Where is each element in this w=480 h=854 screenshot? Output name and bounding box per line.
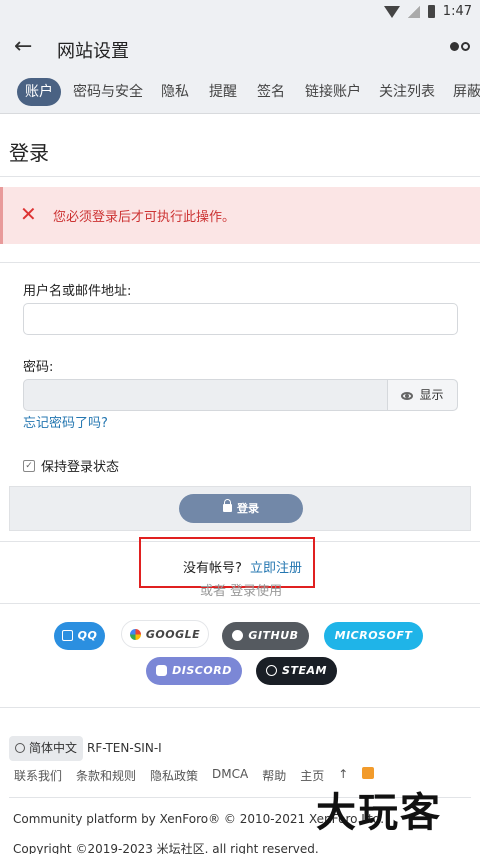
error-message: 您必须登录后才可执行此操作。: [53, 210, 236, 225]
username-label: 用户名或邮件地址:: [23, 284, 132, 299]
footer-link-help[interactable]: 帮助: [262, 767, 286, 784]
error-banner: ✕ 您必须登录后才可执行此操作。: [0, 187, 480, 244]
close-icon: ✕: [20, 202, 37, 226]
google-login-button[interactable]: GOOGLE: [121, 620, 209, 648]
tab-password-security[interactable]: 密码与安全: [73, 78, 143, 106]
github-label: GITHUB: [248, 629, 299, 642]
or-login-with-text: 或者 登录使用: [200, 584, 283, 599]
qq-icon: [61, 629, 73, 641]
tab-signature[interactable]: 签名: [257, 78, 285, 106]
rss-icon[interactable]: [362, 767, 375, 779]
divider: [0, 176, 480, 177]
password-input[interactable]: 显示: [23, 379, 458, 411]
eye-icon: [401, 391, 414, 400]
login-button[interactable]: 登录: [179, 494, 303, 523]
watermark-logo: 大玩客: [316, 789, 442, 836]
checkbox-icon[interactable]: ✓: [23, 459, 35, 472]
discord-icon: [156, 664, 168, 676]
no-account-text: 没有帐号?: [183, 561, 242, 576]
back-arrow-icon[interactable]: ←: [14, 36, 38, 60]
username-input[interactable]: [23, 303, 458, 335]
show-label: 显示: [419, 388, 444, 402]
lock-icon: [223, 499, 232, 512]
steam-icon: [266, 664, 278, 676]
footer-link-privacy[interactable]: 隐私政策: [150, 767, 198, 784]
forgot-password-link[interactable]: 忘记密码了吗?: [23, 412, 108, 431]
remember-me-checkbox[interactable]: ✓ 保持登录状态: [23, 456, 119, 475]
google-icon: [129, 628, 141, 640]
footer-link-terms[interactable]: 条款和规则: [76, 767, 136, 784]
globe-icon: [15, 742, 25, 753]
language-label: 简体中文: [29, 741, 78, 755]
settings-tabs: 账户 密码与安全 隐私 提醒 签名 链接账户 关注列表 屏蔽: [0, 78, 480, 108]
login-button-label: 登录: [237, 502, 259, 515]
divider: [0, 262, 480, 263]
language-chooser[interactable]: 简体中文: [9, 736, 84, 761]
remember-me-label: 保持登录状态: [41, 460, 120, 475]
tab-privacy[interactable]: 隐私: [161, 78, 189, 106]
password-label: 密码:: [23, 360, 54, 375]
tab-following[interactable]: 关注列表: [379, 78, 435, 106]
tab-account[interactable]: 账户: [17, 78, 61, 106]
divider: [0, 707, 480, 708]
status-bar: 1:47: [0, 0, 480, 24]
copyright-text: Copyright ©2019-2023 米坛社区. all right res…: [13, 842, 319, 854]
microsoft-login-button[interactable]: MICROSOFT: [324, 622, 423, 650]
steam-label: STEAM: [282, 664, 327, 677]
signal-icon: [407, 5, 420, 18]
style-chooser[interactable]: RF-TEN-SIN-I: [87, 741, 162, 755]
register-link[interactable]: 立即注册: [250, 557, 302, 576]
show-password-button[interactable]: 显示: [387, 380, 457, 410]
github-icon: [232, 629, 244, 641]
discord-login-button[interactable]: DISCORD: [146, 657, 242, 685]
footer-link-contact[interactable]: 联系我们: [14, 767, 62, 784]
tab-connected-accounts[interactable]: 链接账户: [305, 78, 361, 106]
google-label: GOOGLE: [145, 628, 201, 641]
footer-link-dmca[interactable]: DMCA: [212, 767, 248, 784]
tab-alerts[interactable]: 提醒: [209, 78, 237, 106]
steam-login-button[interactable]: STEAM: [256, 657, 337, 685]
microsoft-label: MICROSOFT: [334, 629, 413, 642]
discord-label: DISCORD: [172, 664, 232, 677]
overflow-menu-icon[interactable]: [450, 42, 470, 51]
clock: 1:47: [442, 4, 472, 19]
app-bar: ← 网站设置 账户 密码与安全 隐私 提醒 签名 链接账户 关注列表 屏蔽: [0, 24, 480, 114]
submit-row: 登录: [9, 486, 471, 531]
page-title: 网站设置: [57, 41, 129, 62]
battery-icon: [427, 5, 435, 18]
login-heading: 登录: [9, 141, 49, 165]
github-login-button[interactable]: GITHUB: [222, 622, 309, 650]
tab-ignoring[interactable]: 屏蔽: [453, 78, 480, 106]
qq-label: QQ: [77, 629, 98, 642]
wifi-icon: [383, 5, 400, 18]
qq-login-button[interactable]: QQ: [54, 622, 105, 650]
divider: [0, 603, 480, 604]
